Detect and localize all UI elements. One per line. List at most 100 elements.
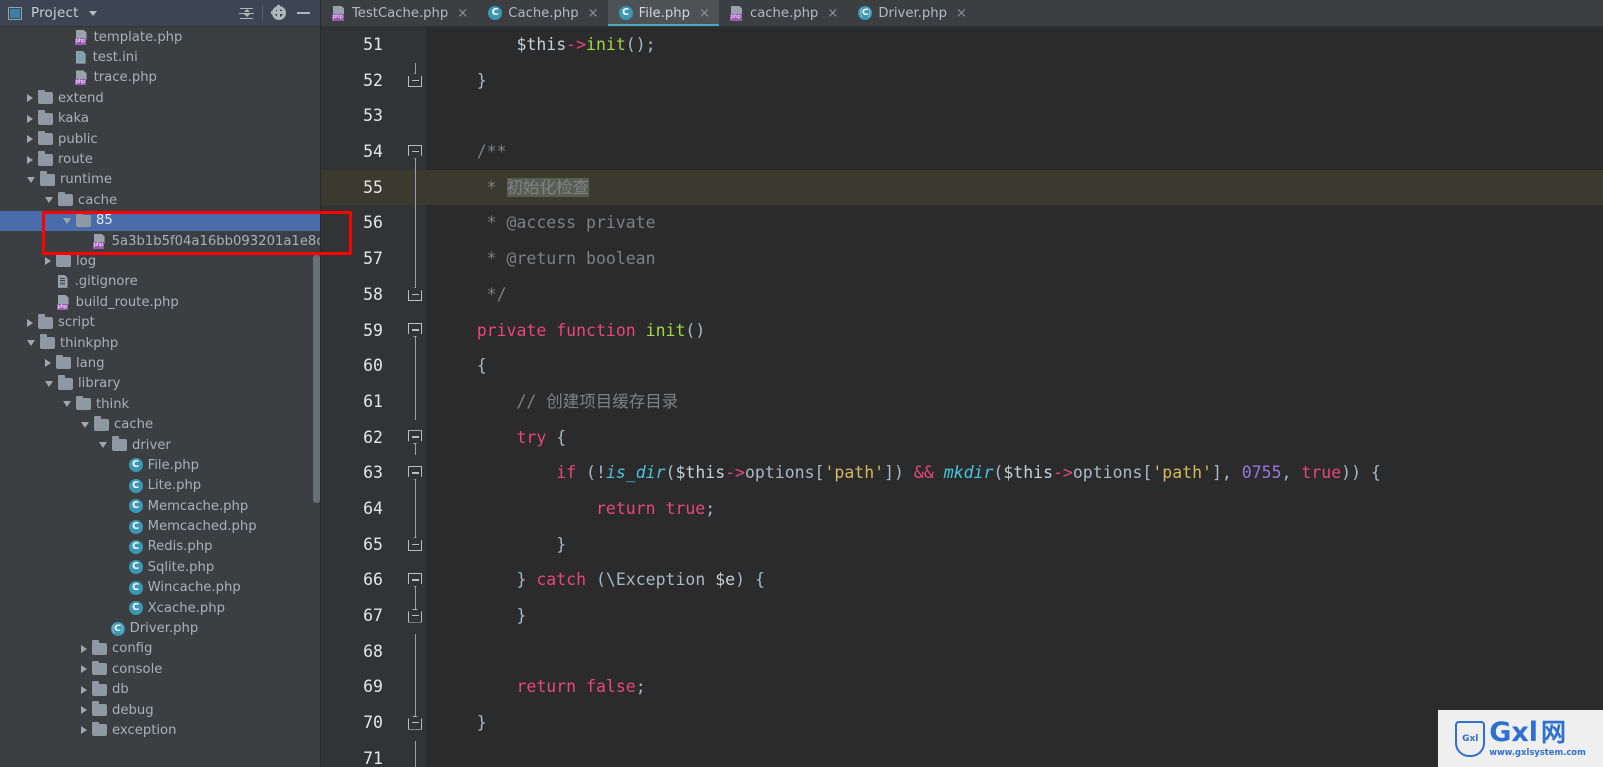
code-line[interactable]: 71	[321, 740, 1603, 767]
code-line[interactable]: 60 {	[321, 348, 1603, 384]
fold-collapse-icon[interactable]	[408, 572, 422, 587]
tree-item-library[interactable]: library	[0, 374, 321, 394]
code-line[interactable]: 66 } catch (\Exception $e) {	[321, 562, 1603, 598]
chevron-down-icon[interactable]	[45, 197, 53, 204]
code-fold-gutter[interactable]	[405, 62, 425, 99]
tree-item-trace-php[interactable]: trace.php	[0, 68, 321, 88]
code-fold-gutter[interactable]	[405, 169, 425, 206]
code-line[interactable]: 64 return true;	[321, 490, 1603, 527]
code-line[interactable]: 65 }	[321, 526, 1603, 563]
tree-item-cache[interactable]: cache	[0, 414, 321, 434]
chevron-right-icon[interactable]	[27, 94, 33, 103]
chevron-down-icon[interactable]	[27, 176, 35, 183]
chevron-down-icon[interactable]	[88, 10, 97, 16]
tree-item-extend[interactable]: extend	[0, 88, 321, 108]
tree-item-thinkphp[interactable]: thinkphp	[0, 333, 321, 353]
tree-item-sqlite-php[interactable]: Sqlite.php	[0, 557, 321, 577]
tree-item-public[interactable]: public	[0, 129, 321, 149]
editor-tab-cache-php[interactable]: Cache.php ×	[477, 0, 607, 26]
tree-item-driver[interactable]: driver	[0, 435, 321, 455]
collapse-all-button[interactable]	[234, 2, 258, 24]
code-fold-gutter[interactable]	[405, 420, 425, 456]
close-icon[interactable]: ×	[827, 7, 838, 20]
tree-item-template-php[interactable]: template.php	[0, 27, 321, 47]
code-fold-gutter[interactable]	[405, 490, 425, 527]
code-line[interactable]: 53	[321, 98, 1603, 134]
chevron-right-icon[interactable]	[45, 257, 51, 266]
tree-item-gitignore[interactable]: .gitignore	[0, 272, 321, 292]
chevron-right-icon[interactable]	[81, 706, 87, 715]
tree-item-memcached-php[interactable]: Memcached.php	[0, 516, 321, 536]
settings-button[interactable]	[267, 2, 291, 24]
project-tree-scrollbar[interactable]	[313, 255, 320, 503]
tree-item-exception[interactable]: exception	[0, 720, 321, 740]
code-line[interactable]: 55 * 初始化检查	[321, 169, 1603, 206]
tree-item-file-php[interactable]: File.php	[0, 455, 321, 475]
chevron-down-icon[interactable]	[27, 340, 35, 347]
tree-item-xcache-php[interactable]: Xcache.php	[0, 598, 321, 618]
code-fold-gutter[interactable]	[405, 740, 425, 767]
chevron-right-icon[interactable]	[45, 359, 51, 368]
close-icon[interactable]: ×	[699, 7, 710, 20]
chevron-down-icon[interactable]	[99, 442, 107, 448]
close-icon[interactable]: ×	[588, 7, 599, 20]
chevron-down-icon[interactable]	[81, 421, 89, 428]
tree-item-route[interactable]: route	[0, 149, 321, 169]
tree-item-85[interactable]: 85	[0, 210, 321, 231]
code-fold-gutter[interactable]	[405, 241, 425, 277]
tree-item-cache[interactable]: cache	[0, 190, 321, 210]
code-fold-gutter[interactable]	[405, 705, 425, 741]
code-line[interactable]: 58 */	[321, 276, 1603, 313]
tree-item-redis-php[interactable]: Redis.php	[0, 537, 321, 557]
chevron-right-icon[interactable]	[27, 155, 33, 164]
code-editor[interactable]: 51 $this->init(); 52 } 53 54 /** 55 * 初始化检查 5…	[321, 27, 1603, 767]
code-fold-gutter[interactable]	[405, 205, 425, 242]
code-line[interactable]: 68	[321, 633, 1603, 670]
fold-collapse-icon[interactable]	[408, 430, 422, 445]
close-icon[interactable]: ×	[457, 7, 468, 20]
tree-item-wincache-php[interactable]: Wincache.php	[0, 578, 321, 598]
code-fold-gutter[interactable]	[405, 455, 425, 491]
tree-item-test-ini[interactable]: test.ini	[0, 47, 321, 67]
editor-tab-driver-php[interactable]: Driver.php ×	[847, 0, 976, 26]
code-fold-gutter[interactable]	[405, 134, 425, 170]
editor-tab-file-php[interactable]: File.php ×	[607, 0, 720, 27]
fold-collapse-icon[interactable]	[408, 608, 422, 623]
code-fold-gutter[interactable]	[405, 276, 425, 313]
editor-tab-testcache-php[interactable]: TestCache.php ×	[321, 0, 477, 26]
code-line[interactable]: 59 private function init()	[321, 313, 1603, 349]
project-tree[interactable]: template.php test.ini trace.php extend kaka p…	[0, 27, 321, 767]
tree-item-config[interactable]: config	[0, 639, 321, 659]
code-fold-gutter[interactable]	[405, 669, 425, 706]
code-line[interactable]: 61 // 创建项目缓存目录	[321, 383, 1603, 420]
code-fold-gutter[interactable]	[405, 633, 425, 670]
chevron-right-icon[interactable]	[81, 665, 87, 674]
chevron-right-icon[interactable]	[27, 135, 33, 144]
close-icon[interactable]: ×	[956, 7, 967, 20]
code-line[interactable]: 54 /**	[321, 134, 1603, 170]
fold-collapse-icon[interactable]	[408, 323, 422, 337]
tree-item-db[interactable]: db	[0, 680, 321, 700]
code-fold-gutter[interactable]	[405, 348, 425, 384]
code-fold-gutter[interactable]	[405, 526, 425, 563]
chevron-down-icon[interactable]	[45, 380, 53, 387]
tree-item-kaka[interactable]: kaka	[0, 109, 321, 129]
tree-item-runtime[interactable]: runtime	[0, 170, 321, 190]
fold-collapse-icon[interactable]	[408, 144, 422, 159]
chevron-right-icon[interactable]	[27, 114, 33, 123]
tree-item-memcache-php[interactable]: Memcache.php	[0, 496, 321, 516]
editor-tabbar[interactable]: TestCache.php×Cache.php×File.php×cache.p…	[321, 0, 1603, 27]
tree-item-console[interactable]: console	[0, 659, 321, 679]
code-line[interactable]: 62 try {	[321, 420, 1603, 456]
tree-item-script[interactable]: script	[0, 312, 321, 332]
tree-item-log[interactable]: log	[0, 251, 321, 271]
code-line[interactable]: 70 }	[321, 705, 1603, 741]
code-fold-gutter[interactable]	[405, 562, 425, 598]
code-line[interactable]: 56 * @access private	[321, 205, 1603, 242]
code-fold-gutter[interactable]	[405, 598, 425, 634]
chevron-right-icon[interactable]	[27, 318, 33, 327]
code-fold-gutter[interactable]	[405, 383, 425, 420]
tree-item-5a3b1b5f04a16bb093201a1e8c4910[interactable]: 5a3b1b5f04a16bb093201a1e8c4910.	[0, 231, 321, 251]
tree-item-build-route-php[interactable]: build_route.php	[0, 292, 321, 312]
chevron-right-icon[interactable]	[81, 726, 87, 735]
